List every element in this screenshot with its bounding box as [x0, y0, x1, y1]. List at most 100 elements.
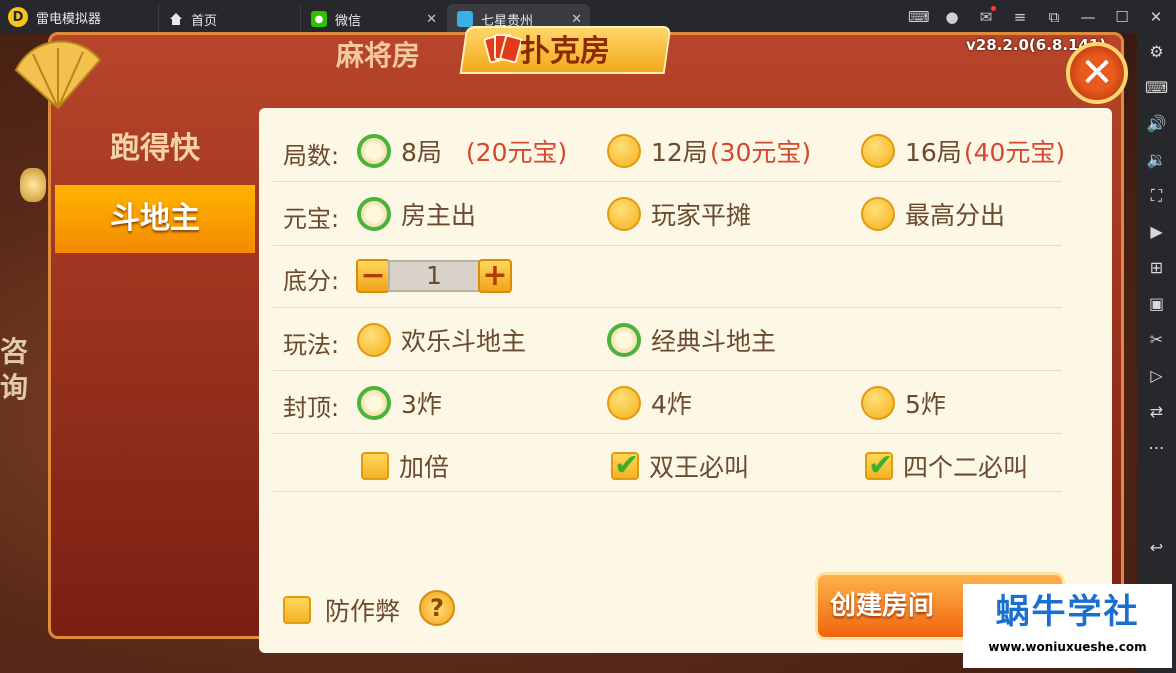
mode-option-classic[interactable]: 经典斗地主 [607, 322, 776, 358]
tab-poker-room-label: 扑克房 [520, 34, 610, 69]
rounds-option-16[interactable]: 16局 (40元宝) [861, 133, 1065, 169]
menu-icon[interactable]: ≡ [1010, 8, 1030, 26]
base-score-stepper: − 1 + [356, 259, 512, 293]
increment-button[interactable]: + [478, 259, 512, 293]
game-icon [457, 11, 473, 27]
row-divider [273, 491, 1062, 492]
cap-option-4[interactable]: 4炸 [607, 385, 692, 421]
help-icon[interactable]: ? [419, 590, 455, 626]
cap-option-3[interactable]: 3炸 [357, 385, 442, 421]
mail-icon[interactable]: ✉ [976, 6, 996, 26]
checkbox-icon [865, 448, 893, 483]
more-icon[interactable]: ⋯ [1137, 438, 1176, 457]
video-icon[interactable]: ▷ [1137, 366, 1176, 385]
option-price: (30元宝) [709, 138, 812, 167]
scissors-icon[interactable]: ✂ [1137, 330, 1176, 349]
tab-mahjong-room[interactable]: 麻将房 [298, 34, 458, 74]
row-divider [273, 433, 1062, 434]
record-icon[interactable]: ▶ [1137, 222, 1176, 241]
volume-down-icon[interactable]: 🔉 [1137, 150, 1176, 169]
checkbox-icon [611, 448, 639, 483]
background-deco-text: 咨 询 [0, 334, 50, 434]
option-text: 3炸 [401, 390, 442, 419]
sync-icon[interactable]: ⇄ [1137, 402, 1176, 421]
home-icon [169, 13, 183, 25]
playing-cards-icon [482, 32, 524, 68]
bg-char-1: 咨 [0, 335, 29, 368]
extra-option-double[interactable]: 加倍 [361, 448, 449, 484]
option-price: (40元宝) [963, 138, 1066, 167]
row-divider [273, 181, 1062, 182]
row-divider [273, 307, 1062, 308]
volume-up-icon[interactable]: 🔊 [1137, 114, 1176, 133]
user-icon[interactable]: ● [942, 8, 962, 26]
tab-game-close-icon[interactable]: ✕ [571, 12, 582, 27]
row-divider [273, 370, 1062, 371]
radio-icon [861, 197, 895, 231]
option-text: 16局 [905, 138, 962, 167]
keyboard-icon[interactable]: ⌨ [1137, 78, 1176, 97]
base-score-value: 1 [388, 260, 480, 292]
rounds-option-12[interactable]: 12局 (30元宝) [607, 133, 811, 169]
cap-label: 封顶: [283, 394, 340, 422]
tab-wechat-close-icon[interactable]: ✕ [426, 12, 437, 27]
rounds-option-8[interactable]: 8局 (20元宝) [357, 133, 567, 169]
app-logo-icon: D [8, 7, 28, 27]
watermark: 蜗牛学社 www.woniuxueshe.com [963, 584, 1172, 668]
payment-option-split[interactable]: 玩家平摊 [607, 196, 751, 232]
watermark-title: 蜗牛学社 [995, 592, 1140, 632]
payment-option-highest[interactable]: 最高分出 [861, 196, 1005, 232]
menu-item-doudizhu[interactable]: 斗地主 [55, 185, 255, 253]
radio-icon [607, 386, 641, 420]
settings-icon[interactable]: ⚙ [1137, 42, 1176, 61]
radio-icon [607, 323, 641, 357]
mode-option-happy[interactable]: 欢乐斗地主 [357, 322, 526, 358]
gamepad-icon[interactable]: ⌨ [908, 8, 930, 26]
radio-icon [607, 197, 641, 231]
lantern-icon [20, 168, 46, 202]
golden-fan-icon [14, 40, 102, 110]
option-text: 房主出 [401, 201, 477, 230]
cap-option-5[interactable]: 5炸 [861, 385, 946, 421]
payment-option-owner[interactable]: 房主出 [357, 196, 476, 232]
maximize-icon[interactable]: ☐ [1112, 8, 1132, 26]
radio-icon [607, 134, 641, 168]
app-name: 雷电模拟器 [36, 11, 102, 27]
radio-icon [861, 134, 895, 168]
room-type-tabs: 麻将房 扑克房 [258, 26, 678, 74]
option-text: 12局 [651, 138, 708, 167]
extra-option-four-twos[interactable]: 四个二必叫 [865, 448, 1028, 484]
checkbox-icon [283, 596, 311, 624]
decrement-button[interactable]: − [356, 259, 390, 293]
emulator-toolbar: ⚙ ⌨ 🔊 🔉 ⛶ ▶ ⊞ ▣ ✂ ▷ ⇄ ⋯ ↩ [1137, 34, 1176, 673]
close-window-icon[interactable]: ✕ [1146, 8, 1166, 26]
option-text: 加倍 [399, 453, 450, 482]
radio-icon [357, 323, 391, 357]
back-icon[interactable]: ↩ [1137, 538, 1176, 557]
apk-icon[interactable]: ▣ [1137, 294, 1176, 313]
option-price: (20元宝) [465, 138, 568, 167]
anti-cheat-option[interactable]: 防作弊 [283, 592, 400, 628]
option-text: 4炸 [651, 390, 692, 419]
bg-char-2: 询 [0, 371, 29, 404]
wechat-icon: ● [311, 11, 327, 27]
close-dialog-button[interactable]: ✕ [1066, 42, 1128, 104]
mode-label: 玩法: [283, 331, 340, 359]
option-text: 双王必叫 [649, 453, 750, 482]
base-score-label: 底分: [283, 267, 340, 295]
option-text: 8局 [401, 138, 442, 167]
option-text: 欢乐斗地主 [401, 327, 527, 356]
payment-label: 元宝: [283, 205, 340, 233]
row-divider [273, 245, 1062, 246]
checkbox-icon [361, 452, 389, 480]
option-text: 经典斗地主 [651, 327, 777, 356]
minimize-icon[interactable]: — [1078, 8, 1098, 26]
add-window-icon[interactable]: ⊞ [1137, 258, 1176, 277]
option-text: 最高分出 [905, 201, 1006, 230]
option-text: 玩家平摊 [651, 201, 752, 230]
restore-icon[interactable]: ⧉ [1044, 8, 1064, 26]
fullscreen-icon[interactable]: ⛶ [1137, 186, 1176, 206]
menu-item-paodekuai[interactable]: 跑得快 [55, 115, 255, 183]
option-text: 四个二必叫 [903, 453, 1029, 482]
extra-option-two-jokers[interactable]: 双王必叫 [611, 448, 749, 484]
